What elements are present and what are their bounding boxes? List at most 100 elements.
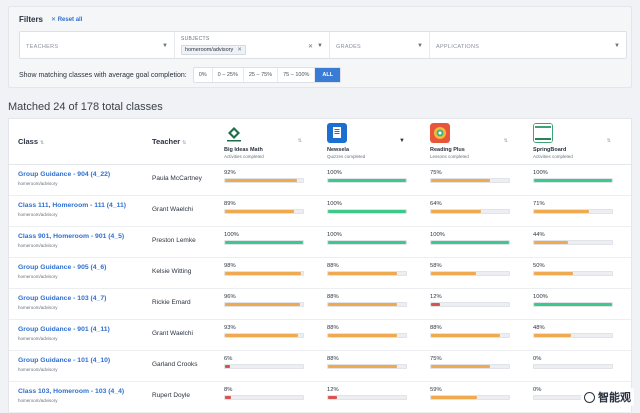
completion-percent: 6% bbox=[224, 356, 233, 362]
completion-percent: 88% bbox=[327, 263, 339, 269]
app-name: Reading Plus bbox=[430, 147, 465, 153]
completion-cell: 88% bbox=[327, 294, 407, 307]
big-ideas-math-logo bbox=[224, 123, 244, 143]
teacher-name: Rupert Doyle bbox=[152, 392, 190, 399]
wechat-icon bbox=[584, 391, 595, 403]
class-link[interactable]: Group Guidance - 103 (4_7) bbox=[18, 295, 106, 302]
teacher-name: Preston Lemke bbox=[152, 237, 196, 244]
progress-fill bbox=[225, 272, 302, 275]
completion-percent: 100% bbox=[327, 201, 342, 207]
clear-subjects-icon[interactable]: ✕ bbox=[308, 43, 313, 50]
completion-percent: 100% bbox=[430, 232, 445, 238]
progress-fill bbox=[534, 334, 572, 337]
watermark-text: 智能观 bbox=[598, 392, 631, 404]
chip-remove-icon[interactable]: ✕ bbox=[237, 47, 242, 53]
completion-cell: 48% bbox=[533, 325, 613, 338]
class-subject: homeroom/advisory bbox=[18, 367, 58, 372]
completion-percent: 96% bbox=[224, 294, 236, 300]
progress-fill bbox=[328, 179, 406, 182]
teachers-placeholder: TEACHERS bbox=[26, 44, 59, 50]
class-link[interactable]: Class 901, Homeroom - 901 (4_5) bbox=[18, 233, 124, 240]
app-name: Big Ideas Math bbox=[224, 147, 263, 153]
app-metric: Lessons completed bbox=[430, 154, 469, 159]
progress-fill bbox=[225, 396, 232, 399]
completion-cell: 6% bbox=[224, 356, 304, 369]
grades-select[interactable]: GRADES ▼ bbox=[330, 32, 430, 58]
completion-option-all[interactable]: ALL bbox=[315, 68, 341, 82]
progress-bar bbox=[533, 240, 613, 245]
completion-cell: 100% bbox=[327, 232, 407, 245]
subject-chip-label: homeroom/advisory bbox=[185, 47, 234, 53]
teachers-select[interactable]: TEACHERS ▼ bbox=[20, 32, 175, 58]
app-metric: Activities completed bbox=[533, 154, 573, 159]
completion-cell: 88% bbox=[327, 325, 407, 338]
completion-cell: 100% bbox=[533, 170, 613, 183]
completion-segmented-control: 0% 0 – 25% 25 – 75% 75 – 100% ALL bbox=[192, 67, 342, 83]
completion-cell: 89% bbox=[224, 201, 304, 214]
subjects-select[interactable]: SUBJECTS homeroom/advisory ✕ ✕ ▼ bbox=[175, 32, 330, 58]
progress-bar bbox=[224, 333, 304, 338]
completion-percent: 48% bbox=[533, 325, 545, 331]
app-name: SpringBoard bbox=[533, 147, 567, 153]
progress-bar bbox=[327, 240, 407, 245]
column-header-newsela[interactable]: Newsela Quizzes completed ▼ bbox=[327, 123, 417, 163]
progress-bar bbox=[430, 302, 510, 307]
progress-fill bbox=[328, 303, 397, 306]
app-name: Newsela bbox=[327, 147, 350, 153]
completion-filter: Show matching classes with average goal … bbox=[19, 67, 342, 83]
completion-cell: 98% bbox=[224, 263, 304, 276]
filters-panel: Filters ✕ Reset all TEACHERS ▼ SUBJECTS … bbox=[8, 6, 632, 88]
progress-bar bbox=[430, 395, 510, 400]
completion-percent: 71% bbox=[533, 201, 545, 207]
progress-fill bbox=[328, 334, 397, 337]
sort-icon: ⇅ bbox=[503, 138, 508, 144]
progress-fill bbox=[534, 179, 612, 182]
completion-option-75-100[interactable]: 75 – 100% bbox=[278, 68, 316, 82]
progress-fill bbox=[534, 272, 573, 275]
column-header-class[interactable]: Class ⇅ bbox=[18, 137, 44, 146]
completion-percent: 100% bbox=[533, 170, 548, 176]
chevron-down-icon: ▼ bbox=[317, 43, 323, 49]
completion-percent: 100% bbox=[327, 232, 342, 238]
applications-select[interactable]: APPLICATIONS ▼ bbox=[430, 32, 626, 58]
column-header-big-ideas-math[interactable]: Big Ideas Math Activities completed ⇅ bbox=[224, 123, 314, 163]
class-link[interactable]: Group Guidance - 101 (4_10) bbox=[18, 357, 110, 364]
column-header-class-label: Class bbox=[18, 137, 39, 146]
class-link[interactable]: Class 111, Homeroom - 111 (4_11) bbox=[18, 202, 126, 209]
class-link[interactable]: Class 103, Homeroom - 103 (4_4) bbox=[18, 388, 124, 395]
classes-table: Class ⇅ Teacher ⇅ Big Ideas Math Activitie… bbox=[8, 118, 632, 413]
completion-option-25-75[interactable]: 25 – 75% bbox=[244, 68, 279, 82]
completion-cell: 44% bbox=[533, 232, 613, 245]
class-link[interactable]: Group Guidance - 901 (4_11) bbox=[18, 326, 110, 333]
completion-option-0-25[interactable]: 0 – 25% bbox=[213, 68, 244, 82]
completion-cell: 93% bbox=[224, 325, 304, 338]
column-header-reading-plus[interactable]: Reading Plus Lessons completed ⇅ bbox=[430, 123, 520, 163]
completion-percent: 12% bbox=[430, 294, 442, 300]
class-link[interactable]: Group Guidance - 905 (4_6) bbox=[18, 264, 106, 271]
progress-bar bbox=[430, 364, 510, 369]
progress-fill bbox=[534, 303, 612, 306]
completion-cell: 100% bbox=[533, 294, 613, 307]
progress-fill bbox=[431, 396, 478, 399]
progress-bar bbox=[327, 271, 407, 276]
completion-cell: 50% bbox=[533, 263, 613, 276]
completion-percent: 64% bbox=[430, 201, 442, 207]
grades-placeholder: GRADES bbox=[336, 44, 362, 50]
reset-all-link[interactable]: ✕ Reset all bbox=[51, 16, 82, 23]
completion-option-0[interactable]: 0% bbox=[194, 68, 213, 82]
progress-fill bbox=[328, 365, 397, 368]
column-header-teacher[interactable]: Teacher ⇅ bbox=[152, 137, 186, 146]
completion-percent: 93% bbox=[224, 325, 236, 331]
progress-bar bbox=[224, 364, 304, 369]
progress-fill bbox=[225, 210, 295, 213]
completion-cell: 71% bbox=[533, 201, 613, 214]
completion-cell: 100% bbox=[430, 232, 510, 245]
class-link[interactable]: Group Guidance - 904 (4_22) bbox=[18, 171, 110, 178]
progress-bar bbox=[224, 302, 304, 307]
completion-percent: 92% bbox=[224, 170, 236, 176]
completion-cell: 100% bbox=[327, 170, 407, 183]
progress-fill bbox=[534, 241, 569, 244]
table-row: Group Guidance - 103 (4_7) homeroom/advis… bbox=[9, 289, 631, 320]
progress-fill bbox=[534, 210, 590, 213]
column-header-springboard[interactable]: SpringBoard Activities completed ⇅ bbox=[533, 123, 623, 163]
